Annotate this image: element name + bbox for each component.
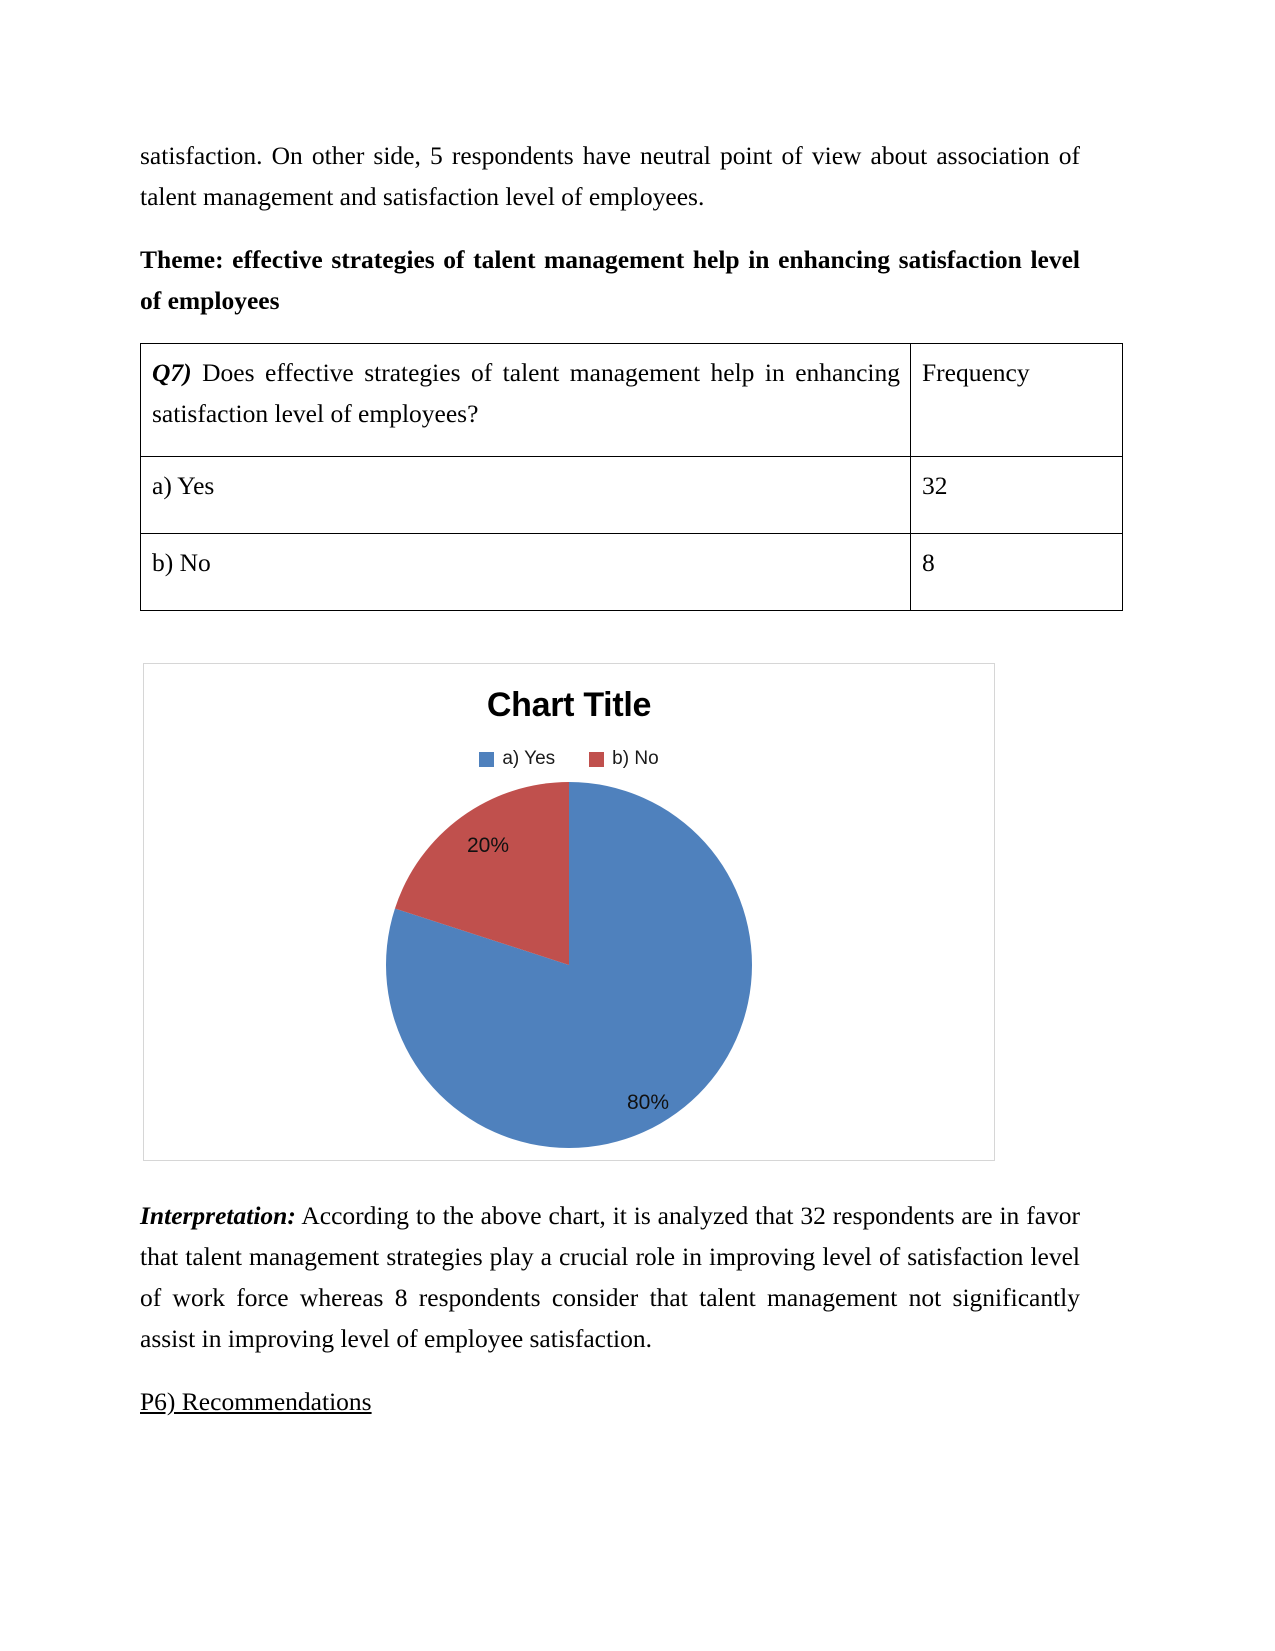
pie-label-yes: 80%	[627, 1091, 669, 1114]
pie-svg: 80% 20%	[386, 782, 752, 1148]
interpretation-block: Interpretation: According to the above c…	[140, 1195, 1080, 1359]
page-content: satisfaction. On other side, 5 responden…	[140, 135, 1123, 1448]
question-frequency-table: Q7) Does effective strategies of talent …	[140, 343, 1123, 611]
intro-paragraph: satisfaction. On other side, 5 responden…	[140, 141, 1080, 211]
question-text: Does effective strategies of talent mana…	[152, 358, 900, 428]
legend-swatch-yes-icon	[479, 751, 495, 767]
option-cell-no: b) No	[140, 533, 911, 611]
document-page: satisfaction. On other side, 5 responden…	[0, 0, 1275, 1651]
recommendations-heading: P6) Recommendations	[140, 1387, 372, 1416]
frequency-header-cell: Frequency	[910, 343, 1123, 457]
table-row-header: Q7) Does effective strategies of talent …	[140, 343, 1123, 457]
table-row: a) Yes 32	[140, 456, 1123, 534]
legend-label-yes: a) Yes	[502, 748, 556, 769]
legend-item-no: b) No	[589, 748, 659, 770]
pie-plot-area: 80% 20%	[386, 782, 752, 1148]
question-cell: Q7) Does effective strategies of talent …	[140, 343, 911, 457]
theme-heading: Theme: effective strategies of talent ma…	[140, 245, 1080, 315]
table-row: b) No 8	[140, 533, 1123, 611]
frequency-cell-yes: 32	[910, 456, 1123, 534]
chart-title: Chart Title	[486, 686, 652, 724]
intro-paragraph-block: satisfaction. On other side, 5 responden…	[140, 135, 1080, 217]
legend-swatch-no-icon	[589, 751, 605, 767]
interpretation-label: Interpretation:	[140, 1201, 296, 1230]
question-number: Q7)	[152, 358, 192, 387]
legend-item-yes: a) Yes	[479, 748, 555, 770]
legend-label-no: b) No	[612, 748, 659, 769]
interpretation-paragraph: Interpretation: According to the above c…	[140, 1195, 1080, 1359]
pie-chart-container: Chart Title a) Yes b) No 80% 20%	[143, 663, 995, 1161]
frequency-cell-no: 8	[910, 533, 1123, 611]
chart-legend: a) Yes b) No	[144, 748, 994, 770]
pie-label-no: 20%	[467, 834, 509, 857]
option-cell-yes: a) Yes	[140, 456, 911, 534]
